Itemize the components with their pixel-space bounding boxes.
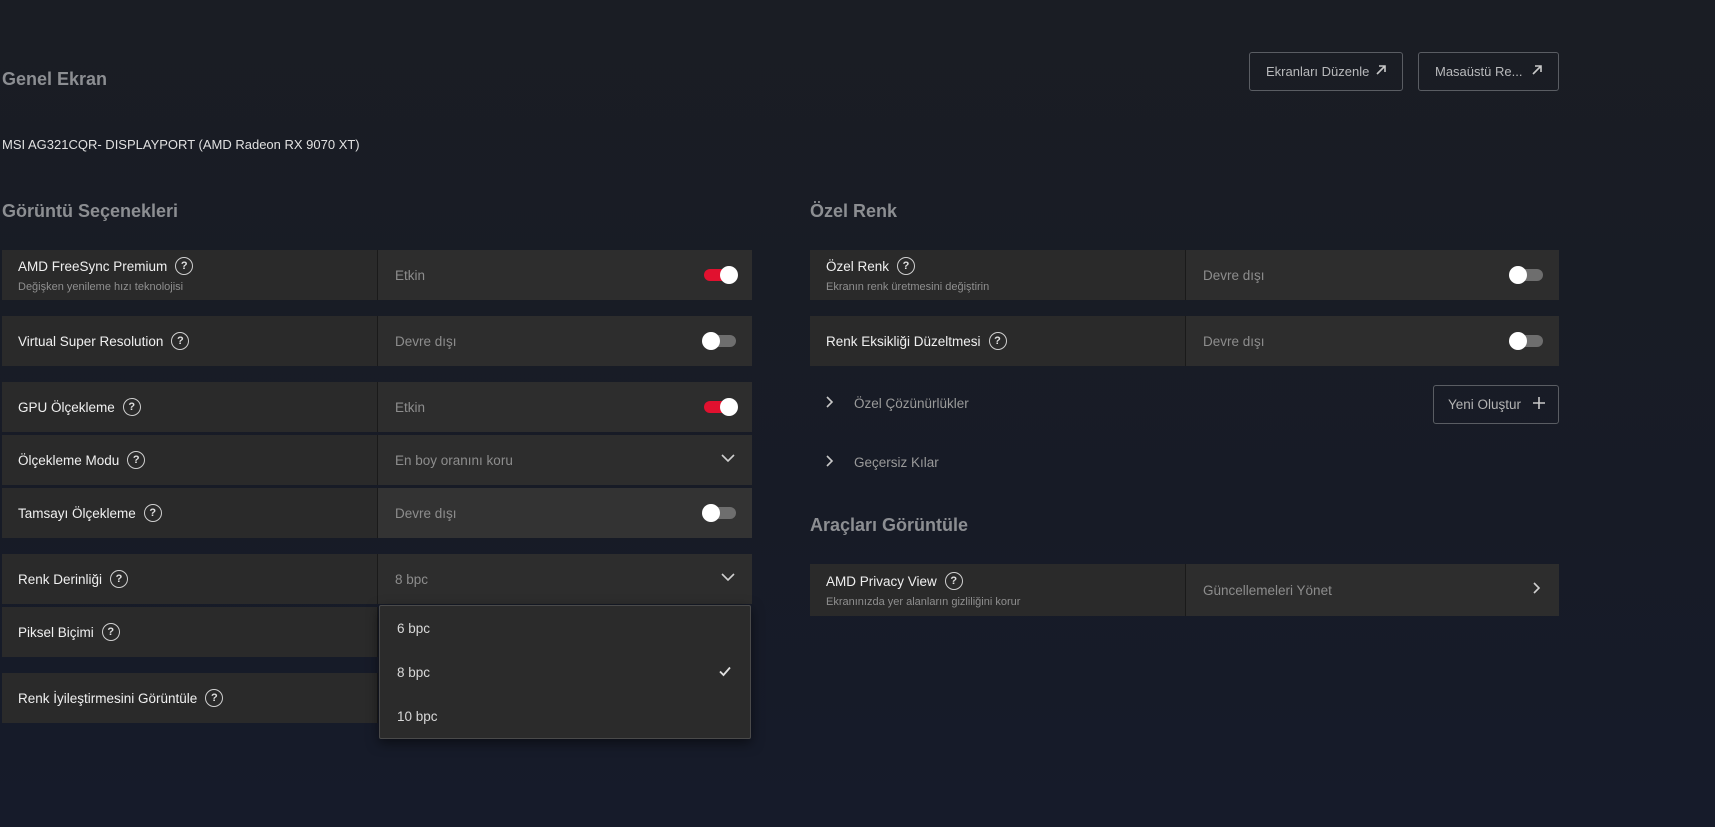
new-create-button[interactable]: Yeni Oluştur: [1433, 385, 1559, 424]
monitor-name: MSI AG321CQR- DISPLAYPORT (AMD Radeon RX…: [2, 137, 360, 152]
freesync-toggle[interactable]: [704, 266, 738, 284]
help-icon[interactable]: ?: [897, 257, 916, 275]
color-deficiency-value: Devre dışı: [1203, 333, 1265, 349]
option-label: 8 bpc: [397, 664, 431, 680]
privacy-view-value: Güncellemeleri Yönet: [1203, 582, 1332, 598]
edit-displays-label: Ekranları Düzenle: [1266, 64, 1370, 79]
color-deficiency-row: Renk Eksikliği Düzeltmesi? Devre dışı: [810, 316, 1559, 366]
privacy-view-label: AMD Privacy View: [826, 573, 937, 589]
custom-color-sub: Ekranın renk üretmesini değiştirin: [826, 281, 990, 293]
vsr-row: Virtual Super Resolution? Devre dışı: [2, 316, 752, 366]
freesync-row: AMD FreeSync Premium? Değişken yenileme …: [2, 250, 752, 300]
checkmark-icon: [718, 664, 732, 681]
color-depth-label: Renk Derinliği: [18, 571, 103, 587]
page-title: Genel Ekran: [2, 69, 108, 89]
freesync-value: Etkin: [395, 267, 426, 283]
help-icon[interactable]: ?: [205, 689, 224, 707]
edit-displays-button[interactable]: Ekranları Düzenle: [1249, 52, 1403, 91]
custom-color-row: Özel Renk? Ekranın renk üretmesini değiş…: [810, 250, 1559, 300]
color-enhance-label: Renk İyileştirmesini Görüntüle: [18, 690, 198, 706]
scaling-mode-row: Ölçekleme Modu? En boy oranını koru: [2, 435, 752, 485]
chevron-right-icon: [1529, 581, 1543, 600]
dropdown-option[interactable]: 10 bpc: [380, 694, 750, 738]
chevron-down-icon: [720, 569, 736, 590]
help-icon[interactable]: ?: [175, 257, 194, 275]
scaling-mode-dropdown[interactable]: En boy oranını koru: [378, 435, 752, 485]
help-icon[interactable]: ?: [143, 504, 162, 522]
tools-title: Araçları Görüntüle: [810, 515, 969, 535]
vsr-value: Devre dışı: [395, 333, 457, 349]
privacy-view-row[interactable]: AMD Privacy View? Ekranınızda yer alanla…: [810, 564, 1559, 616]
custom-color-label: Özel Renk: [826, 258, 890, 274]
integer-scaling-value: Devre dışı: [395, 505, 457, 521]
color-depth-menu: 6 bpc 8 bpc 10 bpc: [379, 605, 751, 739]
help-icon[interactable]: ?: [127, 451, 146, 469]
option-label: 6 bpc: [397, 620, 431, 636]
privacy-view-sub: Ekranınızda yer alanların gizliliğini ko…: [826, 596, 1021, 608]
new-create-label: Yeni Oluştur: [1448, 397, 1522, 412]
help-icon[interactable]: ?: [988, 332, 1007, 350]
desktop-label: Masaüstü Re...: [1435, 64, 1523, 79]
gpu-scaling-row: GPU Ölçekleme? Etkin: [2, 382, 752, 432]
pixel-format-row: Piksel Biçimi?: [2, 607, 378, 657]
chevron-right-icon: [822, 454, 836, 471]
override-label: Geçersiz Kılar: [854, 455, 939, 470]
custom-color-value: Devre dışı: [1203, 267, 1265, 283]
external-arrow-icon: [1374, 63, 1388, 80]
help-icon[interactable]: ?: [101, 623, 120, 641]
color-depth-value: 8 bpc: [395, 571, 429, 587]
integer-scaling-toggle[interactable]: [702, 504, 736, 522]
integer-scaling-label: Tamsayı Ölçekleme: [18, 505, 136, 521]
freesync-sub: Değişken yenileme hızı teknolojisi: [18, 281, 184, 293]
color-depth-row: Renk Derinliği? 8 bpc: [2, 554, 752, 604]
pixel-format-label: Piksel Biçimi: [18, 624, 94, 640]
scaling-mode-label: Ölçekleme Modu: [18, 452, 120, 468]
external-arrow-icon: [1530, 63, 1544, 80]
color-deficiency-toggle[interactable]: [1509, 332, 1543, 350]
custom-resolutions-expander[interactable]: Özel Çözünürlükler: [822, 395, 969, 412]
custom-color-title: Özel Renk: [810, 201, 898, 221]
integer-scaling-row: Tamsayı Ölçekleme? Devre dışı: [2, 488, 752, 538]
help-icon[interactable]: ?: [122, 398, 141, 416]
desktop-button[interactable]: Masaüstü Re...: [1418, 52, 1559, 91]
color-deficiency-label: Renk Eksikliği Düzeltmesi: [826, 333, 981, 349]
option-label: 10 bpc: [397, 708, 438, 724]
freesync-label: AMD FreeSync Premium: [18, 258, 168, 274]
custom-resolutions-label: Özel Çözünürlükler: [854, 396, 969, 411]
help-icon[interactable]: ?: [171, 332, 190, 350]
override-expander[interactable]: Geçersiz Kılar: [822, 454, 939, 471]
color-depth-dropdown[interactable]: 8 bpc: [378, 554, 752, 604]
gpu-scaling-value: Etkin: [395, 399, 426, 415]
chevron-down-icon: [720, 450, 736, 471]
chevron-right-icon: [822, 395, 836, 412]
help-icon[interactable]: ?: [944, 572, 963, 590]
dropdown-option[interactable]: 6 bpc: [380, 606, 750, 650]
color-enhance-row: Renk İyileştirmesini Görüntüle?: [2, 673, 378, 723]
vsr-label: Virtual Super Resolution: [18, 333, 164, 349]
dropdown-option-selected[interactable]: 8 bpc: [380, 650, 750, 694]
vsr-toggle[interactable]: [702, 332, 736, 350]
scaling-mode-value: En boy oranını koru: [395, 452, 513, 468]
help-icon[interactable]: ?: [110, 570, 129, 588]
custom-color-toggle[interactable]: [1509, 266, 1543, 284]
plus-icon: [1532, 396, 1546, 413]
gpu-scaling-label: GPU Ölçekleme: [18, 399, 115, 415]
display-options-title: Görüntü Seçenekleri: [2, 201, 179, 221]
gpu-scaling-toggle[interactable]: [704, 398, 738, 416]
